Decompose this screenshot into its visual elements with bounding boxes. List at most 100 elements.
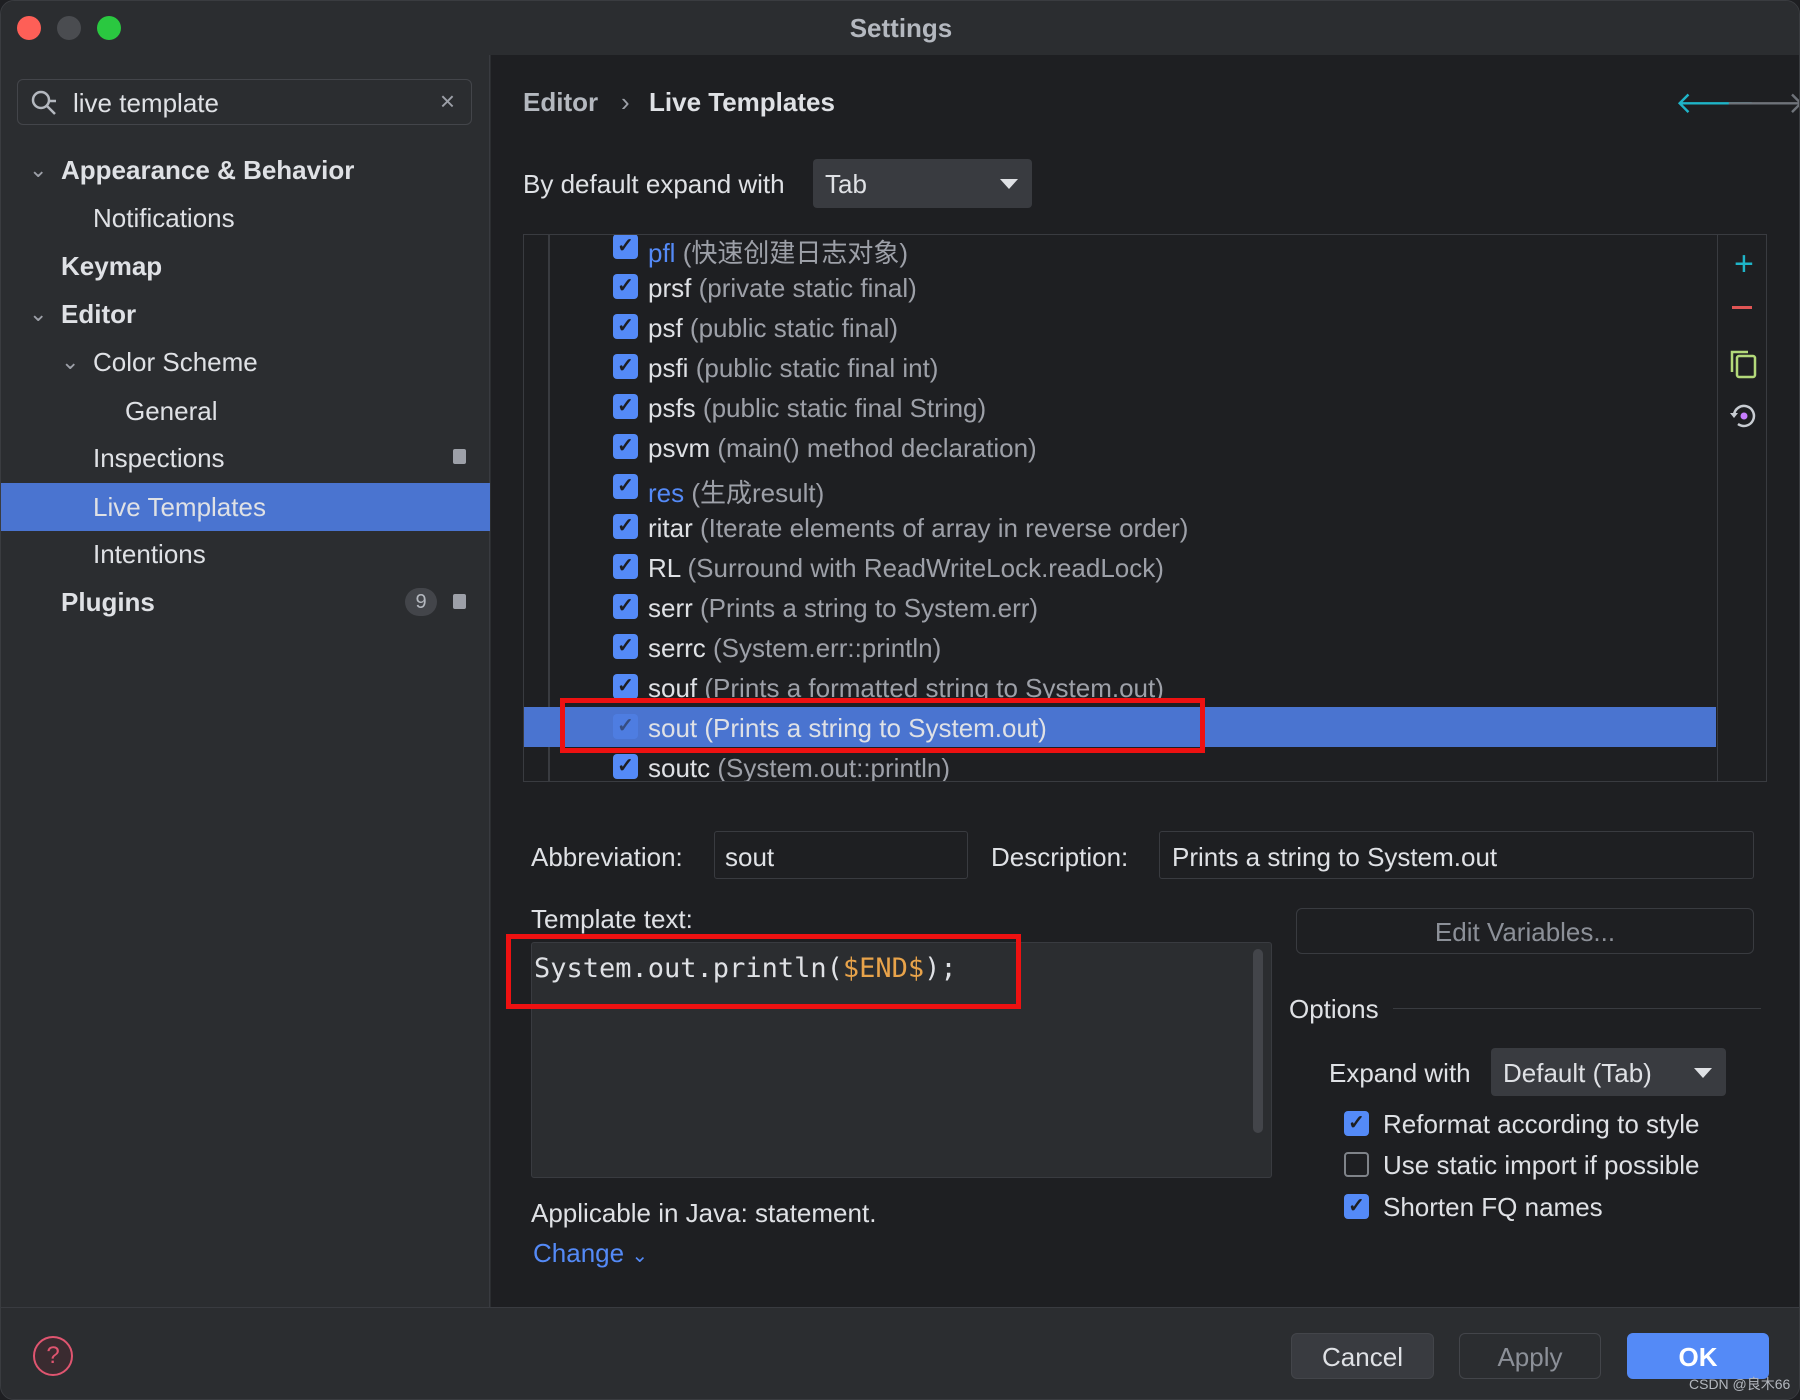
template-enabled-checkbox[interactable]: ✓	[613, 235, 638, 259]
shorten-fq-checkbox[interactable]: ✓	[1344, 1194, 1369, 1219]
sidebar-item-inspections[interactable]: Inspections	[1, 434, 490, 482]
chevron-down-icon: ⌄	[61, 349, 80, 374]
template-enabled-checkbox[interactable]: ✓	[613, 554, 638, 579]
template-label: psf (public static final)	[648, 313, 898, 344]
breadcrumb-current: Live Templates	[649, 87, 835, 117]
forward-arrow-icon[interactable]: 🡒	[1725, 85, 1799, 121]
template-abbreviation: RL	[648, 553, 681, 583]
sidebar-item-keymap[interactable]: Keymap	[1, 242, 490, 290]
project-level-icon	[453, 449, 466, 464]
change-context-link[interactable]: Change ⌄	[533, 1238, 648, 1269]
template-row[interactable]: ✓ prsf (private static final)	[524, 267, 1716, 307]
add-icon[interactable]: +	[1734, 245, 1754, 284]
sidebar-item-appearance[interactable]: ⌄ Appearance & Behavior	[1, 146, 490, 194]
copy-icon[interactable]	[1728, 348, 1758, 380]
highlight-box-selected-row	[560, 698, 1205, 753]
template-description: (快速创建日志对象)	[682, 238, 909, 268]
template-text-label: Template text:	[531, 904, 693, 934]
template-row[interactable]: ✓ res (生成result)	[524, 467, 1716, 510]
template-row[interactable]: ✓ psfi (public static final int)	[524, 347, 1716, 387]
sidebar-item-intentions[interactable]: Intentions	[1, 530, 490, 578]
template-enabled-checkbox[interactable]: ✓	[613, 634, 638, 659]
reformat-checkbox[interactable]: ✓	[1344, 1111, 1369, 1136]
title-bar: Settings	[1, 1, 1799, 55]
chevron-down-icon: ⌄	[29, 157, 48, 182]
editor-scrollbar[interactable]	[1253, 949, 1263, 1133]
description-field[interactable]: Prints a string to System.out	[1159, 831, 1754, 879]
template-row[interactable]: ✓ psf (public static final)	[524, 307, 1716, 347]
reformat-label: Reformat according to style	[1383, 1109, 1700, 1139]
template-label: pfl (快速创建日志对象)	[648, 235, 909, 270]
template-label: serrc (System.err::println)	[648, 633, 941, 664]
chevron-down-icon: ⌄	[29, 301, 48, 326]
template-enabled-checkbox[interactable]: ✓	[613, 394, 638, 419]
sidebar-item-general[interactable]: General	[1, 387, 490, 435]
settings-window: Settings live template × ⌄ Appearance & B…	[0, 0, 1800, 1400]
sidebar-item-editor[interactable]: ⌄ Editor	[1, 290, 490, 338]
template-enabled-checkbox[interactable]: ✓	[613, 274, 638, 299]
static-import-checkbox[interactable]	[1344, 1152, 1369, 1177]
template-enabled-checkbox[interactable]: ✓	[613, 314, 638, 339]
template-label: serr (Prints a string to System.err)	[648, 593, 1038, 624]
applicable-context: Applicable in Java: statement.	[531, 1198, 877, 1228]
template-description: (public static final String)	[702, 393, 987, 423]
template-enabled-checkbox[interactable]: ✓	[613, 514, 638, 539]
template-row[interactable]: ✓ pfl (快速创建日志对象)	[524, 235, 1716, 270]
breadcrumb-parent[interactable]: Editor	[523, 87, 598, 118]
template-abbreviation: res	[648, 478, 685, 508]
static-import-label: Use static import if possible	[1383, 1150, 1700, 1180]
cancel-button[interactable]: Cancel	[1291, 1333, 1434, 1379]
breadcrumb-separator-icon: ›	[621, 87, 630, 117]
template-abbreviation: soutc	[648, 753, 711, 782]
close-icon[interactable]: ×	[440, 86, 455, 117]
ok-button[interactable]: OK	[1627, 1333, 1769, 1379]
template-description: (Surround with ReadWriteLock.readLock)	[687, 553, 1164, 583]
chevron-down-icon	[1000, 179, 1018, 189]
remove-icon[interactable]	[1732, 306, 1752, 309]
sidebar-item-live-templates[interactable]: Live Templates	[1, 483, 490, 531]
template-description: (public static final int)	[695, 353, 939, 383]
project-level-icon	[453, 594, 466, 609]
description-label: Description:	[991, 842, 1129, 872]
expand-default-label: By default expand with	[523, 169, 785, 199]
edit-variables-button[interactable]: Edit Variables...	[1296, 908, 1754, 954]
sidebar-item-notifications[interactable]: Notifications	[1, 194, 490, 242]
template-enabled-checkbox[interactable]: ✓	[613, 754, 638, 779]
template-abbreviation: ritar	[648, 513, 693, 543]
template-row[interactable]: ✓ serrc (System.err::println)	[524, 627, 1716, 667]
help-icon[interactable]: ?	[33, 1336, 73, 1376]
template-enabled-checkbox[interactable]: ✓	[613, 594, 638, 619]
watermark: CSDN @良木66	[1689, 1376, 1791, 1392]
template-abbreviation: serrc	[648, 633, 706, 663]
template-abbreviation: psfs	[648, 393, 696, 423]
expand-default-dropdown[interactable]: Tab	[813, 159, 1032, 208]
expand-with-dropdown[interactable]: Default (Tab)	[1491, 1048, 1726, 1096]
highlight-box-template-text	[506, 934, 1021, 1009]
template-row[interactable]: ✓ ritar (Iterate elements of array in re…	[524, 507, 1716, 547]
template-row[interactable]: ✓ psvm (main() method declaration)	[524, 427, 1716, 467]
template-enabled-checkbox[interactable]: ✓	[613, 674, 638, 699]
options-divider	[1393, 1008, 1761, 1009]
plugins-badge: 9	[405, 588, 437, 616]
template-enabled-checkbox[interactable]: ✓	[613, 354, 638, 379]
sidebar-item-plugins[interactable]: Plugins 9	[1, 578, 490, 626]
template-enabled-checkbox[interactable]: ✓	[613, 474, 638, 499]
sidebar-item-color-scheme[interactable]: ⌄ Color Scheme	[1, 338, 490, 386]
search-value: live template	[73, 88, 219, 118]
template-row[interactable]: ✓ RL (Surround with ReadWriteLock.readLo…	[524, 547, 1716, 587]
restore-defaults-icon[interactable]	[1728, 401, 1758, 431]
template-description: (System.out::println)	[717, 753, 951, 782]
template-row[interactable]: ✓ psfs (public static final String)	[524, 387, 1716, 427]
search-input[interactable]: live template ×	[17, 79, 472, 125]
apply-button[interactable]: Apply	[1459, 1333, 1601, 1379]
template-row[interactable]: ✓ serr (Prints a string to System.err)	[524, 587, 1716, 627]
template-abbreviation: psvm	[648, 433, 711, 463]
abbreviation-label: Abbreviation:	[531, 842, 683, 872]
template-enabled-checkbox[interactable]: ✓	[613, 434, 638, 459]
search-icon	[31, 90, 56, 115]
template-label: res (生成result)	[648, 473, 824, 510]
template-description: (main() method declaration)	[717, 433, 1037, 463]
template-description: (public static final)	[689, 313, 898, 343]
template-description: (Prints a string to System.err)	[700, 593, 1039, 623]
abbreviation-field[interactable]: sout	[714, 831, 968, 879]
